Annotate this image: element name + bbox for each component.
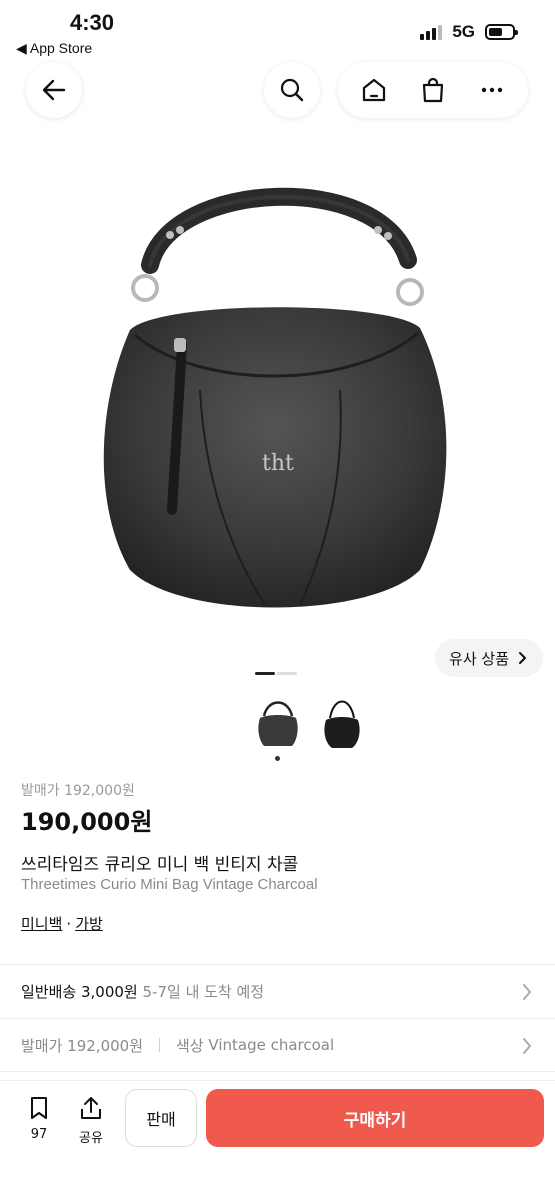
similar-products-button[interactable]: 유사 상품 [435,639,543,677]
tag-separator: · [66,915,72,933]
thumbnail-1[interactable] [256,694,300,754]
image-page-indicator [255,672,297,675]
product-title-en: Threetimes Curio Mini Bag Vintage Charco… [21,876,318,893]
battery-icon [485,24,518,40]
original-price: 발매가 192,000원 [21,783,135,799]
product-title-ko: 쓰리타임즈 큐리오 미니 백 빈티지 차콜 [21,855,299,875]
color-value: Vintage charcoal [208,1036,335,1054]
similar-products-label: 유사 상품 [449,649,509,668]
bookmark-icon [31,1097,47,1119]
product-image[interactable]: tht [0,150,555,670]
home-button[interactable] [356,72,392,108]
thumbnail-active-dot [275,756,280,761]
brand-logo: tht [262,451,294,476]
tag-bag[interactable]: 가방 [75,915,103,933]
clock: 4:30 [70,10,115,35]
arrow-left-icon [42,79,66,101]
chevron-right-icon [523,1038,531,1054]
share-label: 공유 [79,1131,103,1146]
bookmark-button[interactable]: 97 [19,1095,59,1142]
more-icon [482,87,503,93]
more-button[interactable] [474,72,510,108]
bag-illustration: tht [103,187,447,608]
chevron-right-icon [519,652,526,664]
bookmark-count: 97 [30,1127,48,1142]
shopping-bag-icon [422,77,444,103]
buy-button[interactable]: 구매하기 [206,1089,544,1147]
back-to-app-store-link[interactable]: ◀ App Store [16,40,92,57]
share-icon [81,1097,101,1119]
search-button[interactable] [264,62,320,118]
sell-button[interactable]: 판매 [125,1089,197,1147]
status-indicators: 5G [420,22,518,42]
shipping-eta: 5-7일 내 도착 예정 [142,983,265,1001]
status-bar: 4:30 ◀ App Store 5G [0,0,555,62]
signal-icon [420,24,443,40]
home-icon [362,78,385,102]
thumbnail-strip [0,692,555,762]
divider [159,1038,160,1052]
shipping-label: 일반배송 3,000원 [21,983,138,1001]
shipping-row[interactable]: 일반배송 3,000원 5-7일 내 도착 예정 [0,964,555,1018]
search-icon [280,78,304,102]
chevron-right-icon [523,984,531,1000]
release-price-label: 발매가 192,000원 [21,1036,143,1055]
share-button[interactable]: 공유 [71,1095,111,1146]
category-tags: 미니백 · 가방 [21,913,103,934]
bottom-action-bar: 97 공유 판매 구매하기 [0,1080,555,1200]
nav-action-group [338,62,528,118]
thumbnail-2[interactable] [320,694,364,754]
option-row[interactable]: 발매가 192,000원 색상 Vintage charcoal [0,1018,555,1072]
shop-button[interactable] [415,72,451,108]
tag-mini-bag[interactable]: 미니백 [21,915,62,933]
product-price: 190,000원 [21,808,153,836]
network-label: 5G [452,22,475,41]
back-button[interactable] [26,62,82,118]
color-label: 색상 [176,1036,204,1055]
